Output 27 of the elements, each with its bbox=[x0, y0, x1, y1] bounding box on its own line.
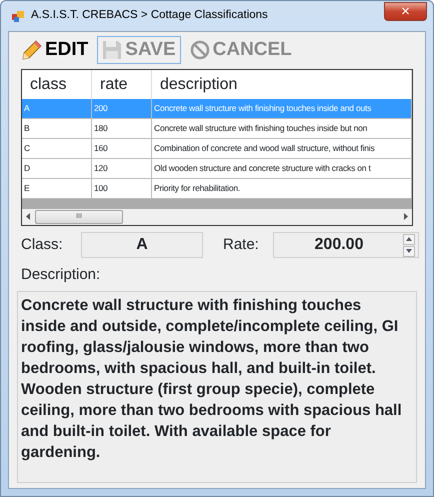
table-cell[interactable]: Old wooden structure and concrete structure with cracks on t bbox=[152, 159, 412, 179]
class-label: Class: bbox=[21, 234, 64, 255]
close-button[interactable]: × bbox=[384, 2, 427, 21]
description-label: Description: bbox=[20, 265, 102, 285]
description-field[interactable]: Concrete wall structure with finishing touches inside and outside, complete/incomplete ceiling, GI roofing, glass/jalousie windows, more than two bedrooms, with spacious hall, and built-in toilet. Wooden structure (first group specie), complete ceiling, more than two bedrooms with spacious hall and built-in toilet. With available space for gardening. bbox=[17, 290, 417, 483]
table-cell[interactable]: 160 bbox=[92, 139, 152, 159]
table-cell[interactable]: 180 bbox=[92, 119, 152, 139]
spin-down-button[interactable] bbox=[403, 246, 415, 256]
rate-field[interactable]: 200.00 bbox=[273, 232, 419, 258]
table-cell[interactable]: Combination of concrete and wood wall structure, without finis bbox=[152, 139, 412, 159]
rate-label: Rate: bbox=[223, 234, 260, 255]
prohibited-icon bbox=[190, 40, 210, 60]
scroll-left-icon[interactable] bbox=[26, 213, 31, 220]
table-cell[interactable]: B bbox=[22, 119, 92, 139]
table-cell[interactable]: D bbox=[22, 159, 92, 179]
table-cell[interactable]: Concrete wall structure with finishing touches inside but non bbox=[152, 119, 412, 139]
down-arrow-icon bbox=[406, 249, 412, 253]
app-icon bbox=[11, 9, 25, 23]
edit-button[interactable]: EDIT bbox=[17, 36, 94, 64]
pencil-icon bbox=[22, 40, 42, 60]
window-title: A.S.I.S.T. CREBACS > Cottage Classifications bbox=[31, 8, 268, 24]
spin-up-button[interactable] bbox=[403, 234, 415, 244]
table-cell[interactable]: C bbox=[22, 139, 92, 159]
class-field[interactable]: A bbox=[81, 232, 203, 258]
scroll-right-icon[interactable] bbox=[403, 213, 408, 220]
up-arrow-icon bbox=[406, 237, 412, 241]
table-cell[interactable]: 120 bbox=[92, 159, 152, 179]
